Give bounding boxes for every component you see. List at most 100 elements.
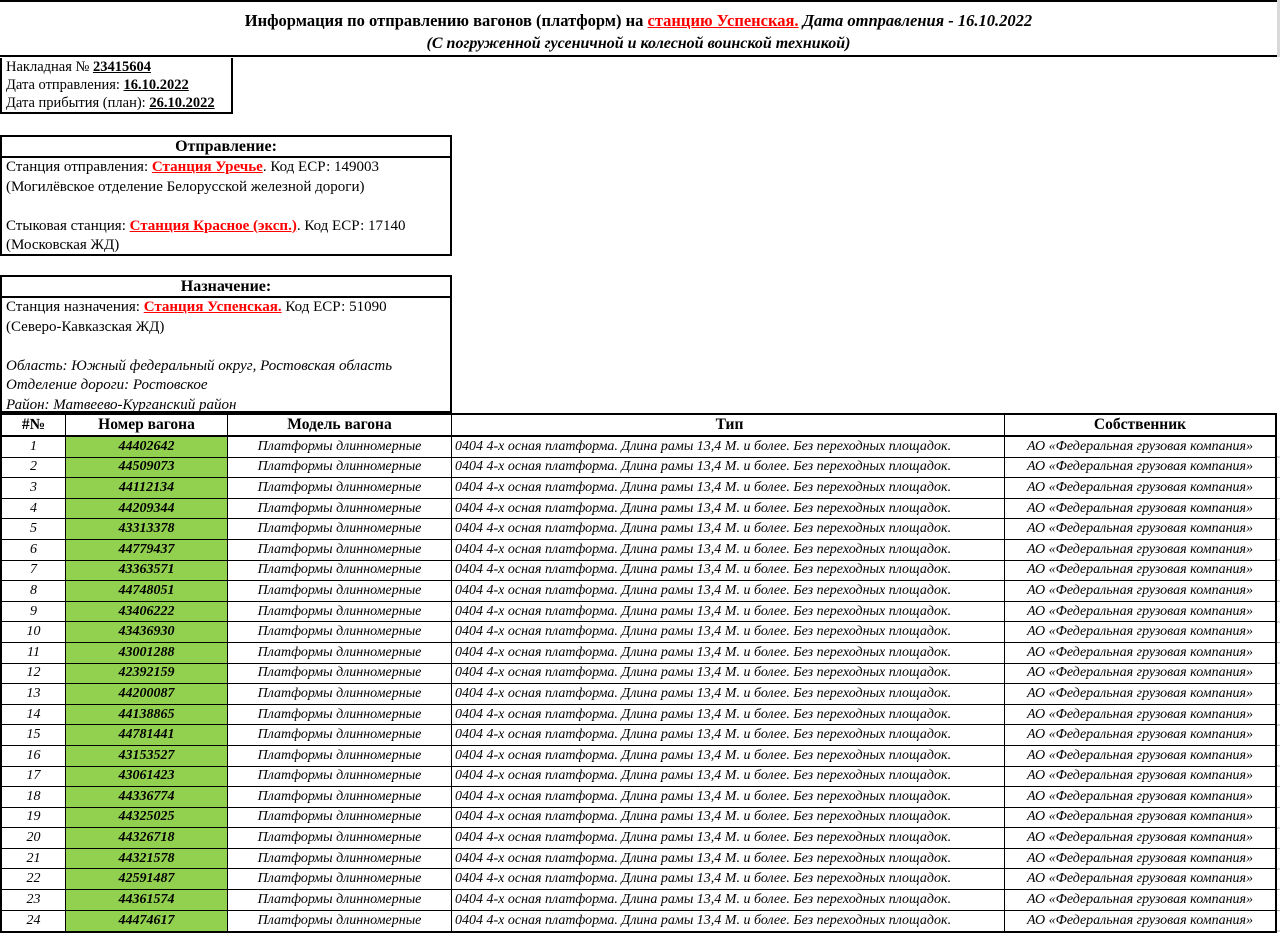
cell-model[interactable]: Платформы длинномерные bbox=[228, 664, 452, 684]
cell-wagon-number[interactable]: 44209344 bbox=[66, 499, 228, 519]
cell-model[interactable]: Платформы длинномерные bbox=[228, 869, 452, 889]
column-header-type[interactable]: Тип bbox=[452, 415, 1005, 435]
cell-index[interactable]: 1 bbox=[2, 437, 66, 457]
cell-wagon-number[interactable]: 44748051 bbox=[66, 581, 228, 601]
cell-type[interactable]: 0404 4-х осная платформа. Длина рамы 13,… bbox=[452, 519, 1005, 539]
cell-type[interactable]: 0404 4-х осная платформа. Длина рамы 13,… bbox=[452, 643, 1005, 663]
cell-type[interactable]: 0404 4-х осная платформа. Длина рамы 13,… bbox=[452, 622, 1005, 642]
cell-type[interactable]: 0404 4-х осная платформа. Длина рамы 13,… bbox=[452, 787, 1005, 807]
cell-wagon-number[interactable]: 42591487 bbox=[66, 869, 228, 889]
cell-index[interactable]: 10 bbox=[2, 622, 66, 642]
cell-type[interactable]: 0404 4-х осная платформа. Длина рамы 13,… bbox=[452, 808, 1005, 828]
cell-index[interactable]: 17 bbox=[2, 767, 66, 787]
cell-wagon-number[interactable]: 43436930 bbox=[66, 622, 228, 642]
cell-type[interactable]: 0404 4-х осная платформа. Длина рамы 13,… bbox=[452, 746, 1005, 766]
cell-owner[interactable]: АО «Федеральная грузовая компания» bbox=[1005, 808, 1275, 828]
cell-index[interactable]: 20 bbox=[2, 828, 66, 848]
cell-owner[interactable]: АО «Федеральная грузовая компания» bbox=[1005, 622, 1275, 642]
cell-type[interactable]: 0404 4-х осная платформа. Длина рамы 13,… bbox=[452, 911, 1005, 932]
cell-index[interactable]: 24 bbox=[2, 911, 66, 932]
cell-model[interactable]: Платформы длинномерные bbox=[228, 746, 452, 766]
cell-index[interactable]: 19 bbox=[2, 808, 66, 828]
cell-wagon-number[interactable]: 43061423 bbox=[66, 767, 228, 787]
cell-wagon-number[interactable]: 44402642 bbox=[66, 437, 228, 457]
cell-wagon-number[interactable]: 44325025 bbox=[66, 808, 228, 828]
cell-index[interactable]: 3 bbox=[2, 478, 66, 498]
cell-owner[interactable]: АО «Федеральная грузовая компания» bbox=[1005, 705, 1275, 725]
cell-index[interactable]: 6 bbox=[2, 540, 66, 560]
departure-date-line[interactable]: Дата отправления: 16.10.2022 bbox=[6, 76, 231, 94]
cell-model[interactable]: Платформы длинномерные bbox=[228, 499, 452, 519]
cell-wagon-number[interactable]: 44200087 bbox=[66, 684, 228, 704]
cell-owner[interactable]: АО «Федеральная грузовая компания» bbox=[1005, 602, 1275, 622]
cell-owner[interactable]: АО «Федеральная грузовая компания» bbox=[1005, 849, 1275, 869]
cell-type[interactable]: 0404 4-х осная платформа. Длина рамы 13,… bbox=[452, 581, 1005, 601]
cell-owner[interactable]: АО «Федеральная грузовая компания» bbox=[1005, 684, 1275, 704]
cell-type[interactable]: 0404 4-х осная платформа. Длина рамы 13,… bbox=[452, 684, 1005, 704]
departure-station-link[interactable]: Станция Уречье bbox=[152, 159, 263, 175]
cell-owner[interactable]: АО «Федеральная грузовая компания» bbox=[1005, 725, 1275, 745]
cell-type[interactable]: 0404 4-х осная платформа. Длина рамы 13,… bbox=[452, 767, 1005, 787]
cell-owner[interactable]: АО «Федеральная грузовая компания» bbox=[1005, 767, 1275, 787]
cell-wagon-number[interactable]: 44779437 bbox=[66, 540, 228, 560]
title-station-link[interactable]: станцию Успенская. bbox=[648, 11, 799, 30]
cell-model[interactable]: Платформы длинномерные bbox=[228, 519, 452, 539]
cell-model[interactable]: Платформы длинномерные bbox=[228, 478, 452, 498]
cell-index[interactable]: 4 bbox=[2, 499, 66, 519]
column-header-index[interactable]: #№ bbox=[2, 415, 66, 435]
cell-type[interactable]: 0404 4-х осная платформа. Длина рамы 13,… bbox=[452, 890, 1005, 910]
cell-model[interactable]: Платформы длинномерные bbox=[228, 808, 452, 828]
cell-owner[interactable]: АО «Федеральная грузовая компания» bbox=[1005, 911, 1275, 932]
column-header-owner[interactable]: Собственник bbox=[1005, 415, 1275, 435]
cell-wagon-number[interactable]: 42392159 bbox=[66, 664, 228, 684]
cell-type[interactable]: 0404 4-х осная платформа. Длина рамы 13,… bbox=[452, 849, 1005, 869]
cell-index[interactable]: 9 bbox=[2, 602, 66, 622]
cell-owner[interactable]: АО «Федеральная грузовая компания» bbox=[1005, 561, 1275, 581]
cell-owner[interactable]: АО «Федеральная грузовая компания» bbox=[1005, 890, 1275, 910]
cell-model[interactable]: Платформы длинномерные bbox=[228, 767, 452, 787]
cell-model[interactable]: Платформы длинномерные bbox=[228, 828, 452, 848]
cell-model[interactable]: Платформы длинномерные bbox=[228, 437, 452, 457]
cell-wagon-number[interactable]: 43313378 bbox=[66, 519, 228, 539]
cell-owner[interactable]: АО «Федеральная грузовая компания» bbox=[1005, 540, 1275, 560]
cell-index[interactable]: 23 bbox=[2, 890, 66, 910]
cell-owner[interactable]: АО «Федеральная грузовая компания» bbox=[1005, 664, 1275, 684]
cell-index[interactable]: 22 bbox=[2, 869, 66, 889]
cell-index[interactable]: 14 bbox=[2, 705, 66, 725]
cell-index[interactable]: 12 bbox=[2, 664, 66, 684]
cell-index[interactable]: 18 bbox=[2, 787, 66, 807]
cell-wagon-number[interactable]: 43363571 bbox=[66, 561, 228, 581]
cell-wagon-number[interactable]: 43406222 bbox=[66, 602, 228, 622]
cell-model[interactable]: Платформы длинномерные bbox=[228, 725, 452, 745]
cell-wagon-number[interactable]: 44361574 bbox=[66, 890, 228, 910]
cell-type[interactable]: 0404 4-х осная платформа. Длина рамы 13,… bbox=[452, 725, 1005, 745]
cell-type[interactable]: 0404 4-х осная платформа. Длина рамы 13,… bbox=[452, 602, 1005, 622]
cell-type[interactable]: 0404 4-х осная платформа. Длина рамы 13,… bbox=[452, 437, 1005, 457]
cell-model[interactable]: Платформы длинномерные bbox=[228, 684, 452, 704]
cell-owner[interactable]: АО «Федеральная грузовая компания» bbox=[1005, 499, 1275, 519]
column-header-wagon[interactable]: Номер вагона bbox=[66, 415, 228, 435]
cell-index[interactable]: 2 bbox=[2, 458, 66, 478]
cell-owner[interactable]: АО «Федеральная грузовая компания» bbox=[1005, 746, 1275, 766]
cell-owner[interactable]: АО «Федеральная грузовая компания» bbox=[1005, 581, 1275, 601]
cell-wagon-number[interactable]: 44138865 bbox=[66, 705, 228, 725]
cell-type[interactable]: 0404 4-х осная платформа. Длина рамы 13,… bbox=[452, 499, 1005, 519]
cell-type[interactable]: 0404 4-х осная платформа. Длина рамы 13,… bbox=[452, 664, 1005, 684]
cell-index[interactable]: 13 bbox=[2, 684, 66, 704]
cell-index[interactable]: 16 bbox=[2, 746, 66, 766]
cell-type[interactable]: 0404 4-х осная платформа. Длина рамы 13,… bbox=[452, 561, 1005, 581]
cell-model[interactable]: Платформы длинномерные bbox=[228, 643, 452, 663]
waybill-number-line[interactable]: Накладная № 23415604 bbox=[6, 58, 231, 76]
cell-owner[interactable]: АО «Федеральная грузовая компания» bbox=[1005, 869, 1275, 889]
cell-owner[interactable]: АО «Федеральная грузовая компания» bbox=[1005, 828, 1275, 848]
cell-index[interactable]: 15 bbox=[2, 725, 66, 745]
cell-type[interactable]: 0404 4-х осная платформа. Длина рамы 13,… bbox=[452, 705, 1005, 725]
cell-model[interactable]: Платформы длинномерные bbox=[228, 581, 452, 601]
cell-owner[interactable]: АО «Федеральная грузовая компания» bbox=[1005, 458, 1275, 478]
cell-wagon-number[interactable]: 43153527 bbox=[66, 746, 228, 766]
cell-model[interactable]: Платформы длинномерные bbox=[228, 705, 452, 725]
cell-model[interactable]: Платформы длинномерные bbox=[228, 602, 452, 622]
cell-type[interactable]: 0404 4-х осная платформа. Длина рамы 13,… bbox=[452, 478, 1005, 498]
cell-index[interactable]: 11 bbox=[2, 643, 66, 663]
cell-owner[interactable]: АО «Федеральная грузовая компания» bbox=[1005, 437, 1275, 457]
